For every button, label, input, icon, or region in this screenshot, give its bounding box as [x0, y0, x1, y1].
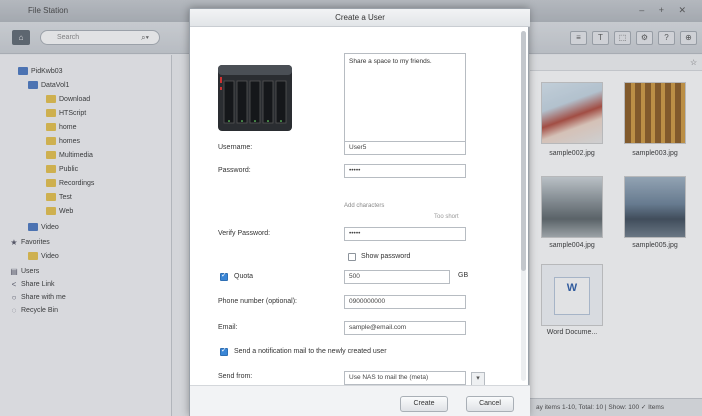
quota-unit: GB [458, 272, 469, 279]
notification-label: Send a notification mail to the newly cr… [234, 348, 387, 355]
cancel-button[interactable]: Cancel [466, 396, 514, 412]
quota-label: Quota [234, 273, 254, 280]
scrollbar-thumb[interactable] [521, 31, 526, 271]
quota-checkbox[interactable] [220, 271, 228, 281]
phone-field[interactable]: 0900000000 [344, 295, 466, 309]
phone-label: Phone number (optional): [218, 298, 297, 305]
create-button[interactable]: Create [400, 396, 448, 412]
password-strength-value: Too short [434, 214, 459, 220]
nas-device-image [218, 65, 292, 131]
description-field[interactable]: Share a space to my friends. [344, 53, 466, 145]
email-field[interactable]: sample@email.com [344, 321, 466, 335]
send-from-label: Send from: [218, 373, 253, 380]
password-strength-hint: Add characters [344, 203, 385, 209]
dialog-title: Create a User [190, 9, 530, 27]
dialog-footer: Create Cancel [190, 385, 530, 416]
show-password-checkbox[interactable] [348, 253, 356, 261]
chevron-down-icon[interactable]: ▾ [471, 372, 485, 386]
show-password-label: Show password [361, 253, 411, 260]
dialog-scrollbar[interactable] [521, 31, 526, 381]
verify-password-field[interactable]: ••••• [344, 227, 466, 241]
send-from-select[interactable]: Use NAS to mail the (meta) [344, 371, 466, 385]
create-user-dialog: Create a User Share a space to my friend… [189, 8, 530, 416]
quota-field[interactable]: 500 [344, 270, 450, 284]
verify-password-label: Verify Password: [218, 230, 271, 237]
username-field[interactable]: User5 [344, 141, 466, 155]
dialog-body: Share a space to my friends. Username: U… [190, 27, 530, 385]
password-field[interactable]: ••••• [344, 164, 466, 178]
email-label: Email: [218, 324, 238, 331]
notification-checkbox[interactable] [220, 346, 228, 356]
username-label: Username: [218, 144, 253, 151]
password-label: Password: [218, 167, 251, 174]
